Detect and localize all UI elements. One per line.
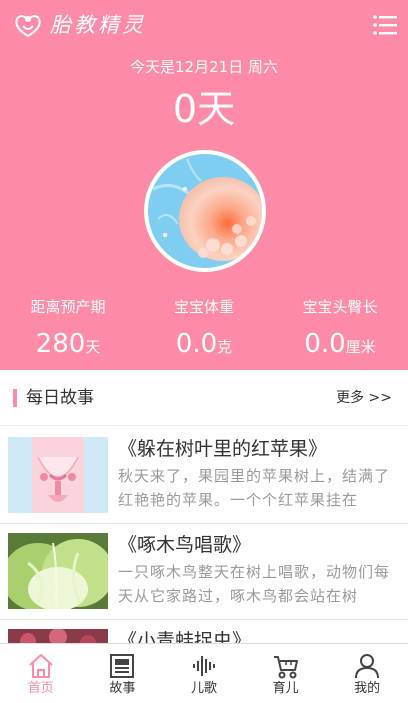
tab-label: 儿歌 <box>190 681 217 696</box>
story-description: 一只啄木鸟整天在树上唱歌，动物们每天从它家路过，啄木鸟都会站在树 <box>118 563 391 605</box>
stat-label: 宝宝头臀长 <box>302 298 378 316</box>
app-title: 胎教精灵 <box>50 13 146 37</box>
menu-list-icon[interactable] <box>372 12 398 38</box>
app-logo-icon <box>15 15 41 38</box>
story-thumbnail-image <box>8 533 108 609</box>
story-title: 《躲在树叶里的红苹果》 <box>118 438 328 460</box>
hero-panel: 胎教精灵 今天是12月21日 周六 0天 距离预产期 280天 宝宝体重 0.0… <box>0 0 408 370</box>
top-bar: 胎教精灵 <box>0 0 408 50</box>
story-thumbnail-image <box>8 437 108 513</box>
stat-unit: 厘米 <box>345 338 376 356</box>
stat-value: 0.0 <box>175 329 218 359</box>
story-item[interactable]: 《啄木鸟唱歌》 一只啄木鸟整天在树上唱歌，动物们每天从它家路过，啄木鸟都会站在树 <box>0 524 408 620</box>
tab-parenting[interactable]: 育儿 <box>245 644 327 703</box>
tab-stories[interactable]: 故事 <box>82 644 164 703</box>
soundwave-icon <box>192 656 215 676</box>
daily-story-header: 每日故事 更多 >> <box>0 370 408 426</box>
date-text: 今天是12月21日 周六 <box>130 58 278 76</box>
user-icon <box>355 654 380 679</box>
story-description: 秋天来了，果园里的苹果树上，结满了红艳艳的苹果。一个个红苹果挂在 <box>118 467 391 509</box>
section-accent-bar <box>13 389 17 407</box>
stat-due-date: 距离预产期 280天 <box>0 296 136 365</box>
bottom-tab-bar: 首页 故事 儿歌 育儿 我的 <box>0 643 408 703</box>
tab-label: 育儿 <box>272 681 299 696</box>
pregnancy-days: 0天 <box>172 87 236 131</box>
tab-home[interactable]: 首页 <box>0 644 82 703</box>
stat-value: 0.0 <box>304 329 346 359</box>
newspaper-icon <box>110 654 135 678</box>
tab-label: 我的 <box>354 681 381 696</box>
stat-unit: 克 <box>217 338 233 356</box>
stat-value: 280 <box>35 329 86 359</box>
more-link[interactable]: 更多 >> <box>336 387 392 409</box>
embryo-illustration <box>144 150 266 272</box>
story-title: 《啄木鸟唱歌》 <box>118 534 252 556</box>
stat-label: 宝宝体重 <box>173 298 234 316</box>
tab-songs[interactable]: 儿歌 <box>163 644 245 703</box>
stat-crown-rump-length: 宝宝头臀长 0.0厘米 <box>272 296 408 365</box>
tab-label: 故事 <box>109 681 136 696</box>
section-title: 每日故事 <box>26 388 94 408</box>
stroller-icon <box>273 656 298 679</box>
story-item[interactable]: 《躲在树叶里的红苹果》 秋天来了，果园里的苹果树上，结满了红艳艳的苹果。一个个红… <box>0 428 408 524</box>
stat-unit: 天 <box>85 338 101 356</box>
tab-label: 首页 <box>27 681 54 696</box>
home-icon <box>29 654 53 678</box>
tab-profile[interactable]: 我的 <box>326 644 408 703</box>
stat-baby-weight: 宝宝体重 0.0克 <box>136 296 272 365</box>
stat-label: 距离预产期 <box>30 298 106 316</box>
